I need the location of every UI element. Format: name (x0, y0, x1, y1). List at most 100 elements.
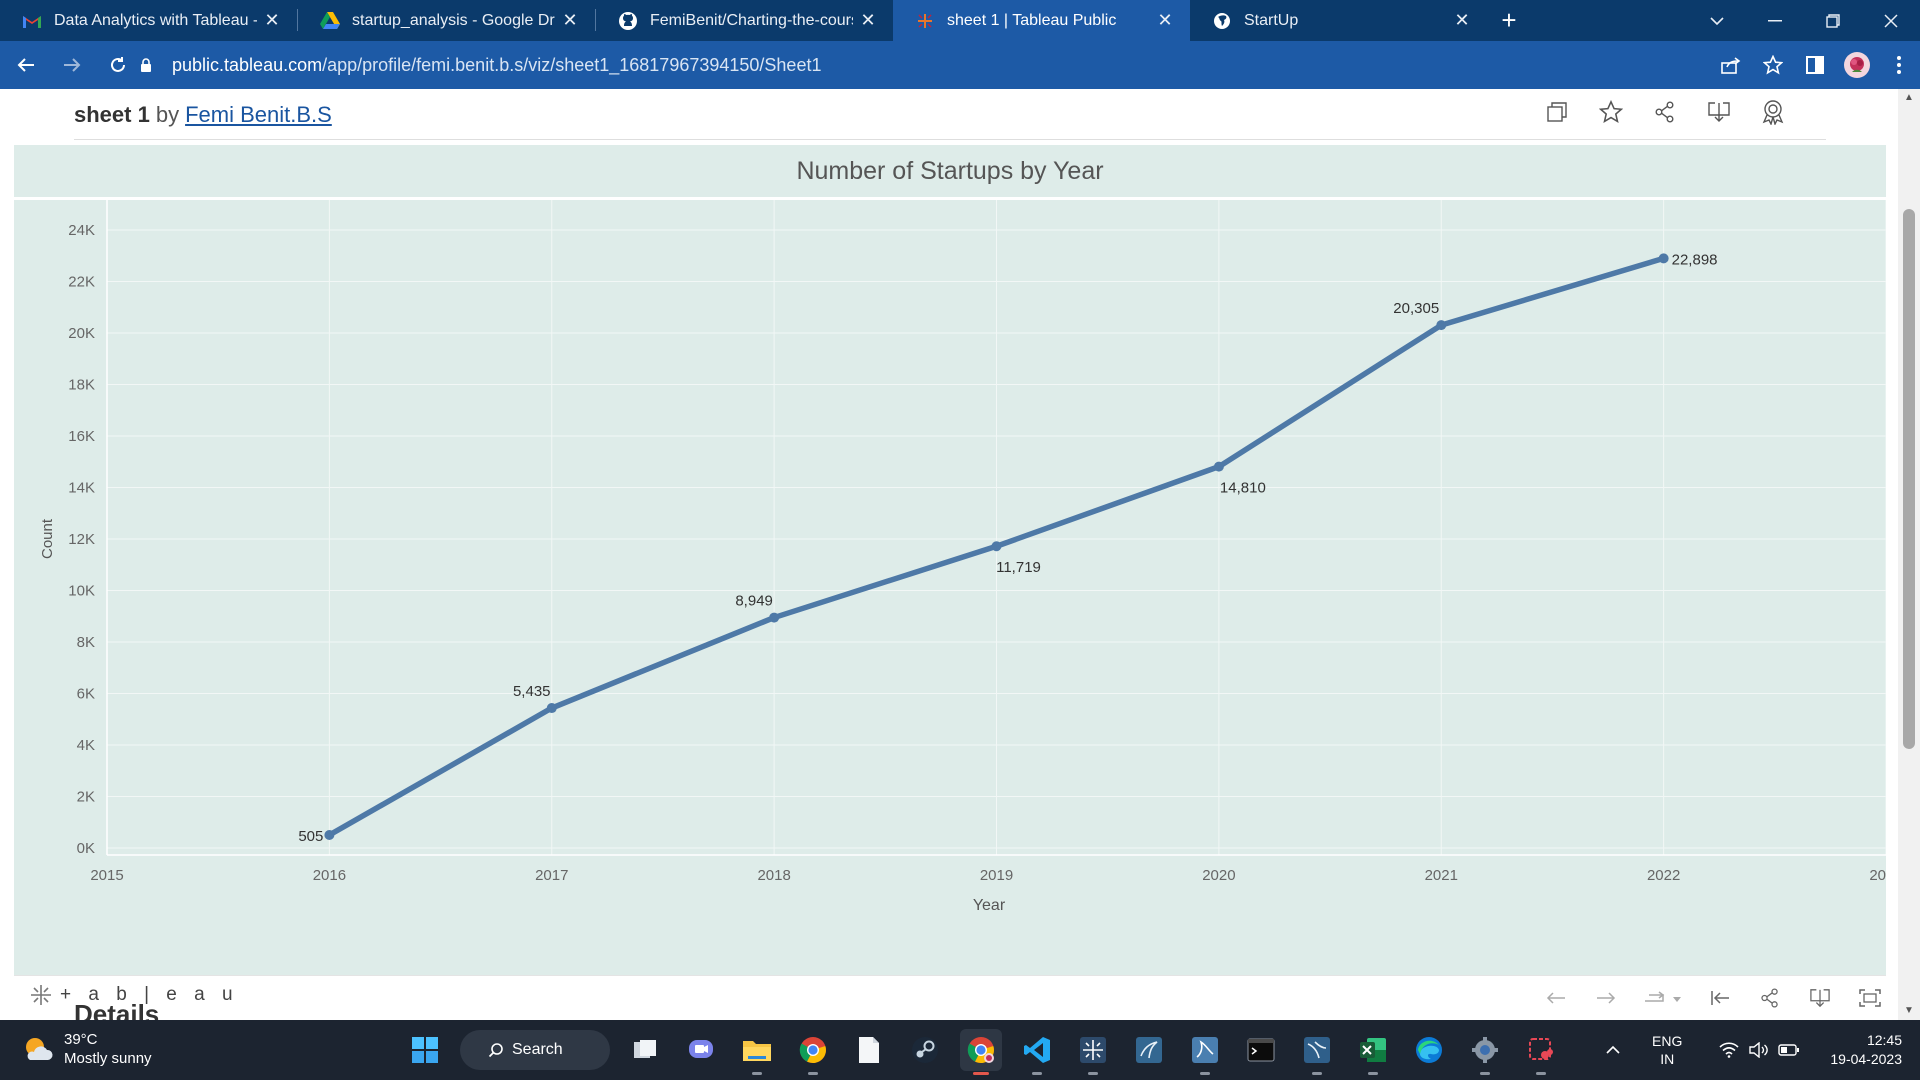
mysql-workbench-icon (1136, 1037, 1162, 1063)
chrome-icon (799, 1037, 826, 1064)
page-scrollbar[interactable]: ▲ ▼ (1898, 89, 1920, 1020)
restore-button[interactable] (1804, 0, 1862, 41)
file-explorer-app[interactable] (736, 1029, 778, 1075)
edge-icon (1416, 1037, 1442, 1063)
profile-button[interactable] (1836, 44, 1878, 86)
data-point (324, 829, 335, 840)
favorite-button[interactable] (1594, 95, 1628, 129)
y-tick-label: 24K (68, 222, 95, 239)
tab-github[interactable]: FemiBenit/Charting-the-course-of ✕ (596, 0, 893, 41)
forward-button[interactable] (52, 45, 92, 85)
url-path: /app/profile/femi.benit.b.s/viz/sheet1_1… (322, 54, 822, 75)
edge-app[interactable] (1408, 1029, 1450, 1071)
running-indicator (808, 1072, 818, 1075)
browser-menu-button[interactable] (1878, 44, 1920, 86)
side-panel-button[interactable] (1794, 44, 1836, 86)
details-heading: Details (74, 999, 160, 1020)
revert-all-button[interactable] (1704, 982, 1736, 1014)
tab-tableau-public[interactable]: sheet 1 | Tableau Public ✕ (893, 0, 1190, 41)
scroll-down-icon[interactable]: ▼ (1898, 1002, 1920, 1020)
scrollbar-thumb[interactable] (1903, 209, 1915, 749)
notepad-app[interactable] (848, 1029, 890, 1071)
download-icon (1708, 102, 1730, 122)
steam-app[interactable] (904, 1029, 946, 1071)
close-window-button[interactable] (1862, 0, 1920, 41)
tab-search-button[interactable] (1688, 0, 1746, 41)
download-viz-button[interactable] (1804, 982, 1836, 1014)
taskbar: 39°C Mostly sunny Search ENG IN 12:45 19… (0, 1020, 1920, 1080)
kebab-menu-icon (1897, 56, 1901, 74)
viz-of-the-day-button[interactable] (1756, 95, 1790, 129)
system-clock[interactable]: 12:45 19-04-2023 (1830, 1031, 1902, 1069)
mysql-workbench-2-app[interactable] (1296, 1029, 1338, 1075)
chart-title: Number of Startups by Year (14, 145, 1886, 197)
start-button[interactable] (404, 1029, 446, 1071)
x-tick-label: 2021 (1425, 867, 1458, 884)
windows-icon (412, 1037, 438, 1063)
battery-icon[interactable] (1774, 1044, 1804, 1056)
tab-startup[interactable]: StartUp ✕ (1190, 0, 1487, 41)
chrome-profile-app[interactable] (960, 1029, 1002, 1075)
close-tab-icon[interactable]: ✕ (857, 9, 879, 31)
revert-icon (1645, 991, 1681, 1002)
author-link[interactable]: Femi Benit.B.S (185, 102, 332, 128)
revert-dropdown-button[interactable] (1640, 982, 1686, 1014)
terminal-app[interactable] (1240, 1029, 1282, 1071)
address-bar[interactable]: public.tableau.com/app/profile/femi.beni… (140, 47, 1740, 83)
system-tray: ENG IN 12:45 19-04-2023 (1598, 1020, 1920, 1080)
page-content: sheet 1 by Femi Benit.B.S Number of Star… (0, 89, 1920, 1020)
chrome-app[interactable] (792, 1029, 834, 1075)
volume-icon[interactable] (1744, 1042, 1774, 1058)
chevron-up-icon (1606, 1045, 1620, 1054)
close-tab-icon[interactable]: ✕ (1154, 9, 1176, 31)
snipping-tool-app[interactable] (1520, 1029, 1562, 1075)
tab-google-drive[interactable]: startup_analysis - Google Drive ✕ (298, 0, 595, 41)
undo-button[interactable] (1540, 982, 1572, 1014)
tableau-toolbar: + a b | e a u (14, 975, 1886, 1019)
data-label: 22,898 (1672, 251, 1718, 268)
weather-widget[interactable]: 39°C Mostly sunny (22, 1030, 152, 1068)
x-axis-title: Year (973, 897, 1006, 914)
x-tick-label: 2017 (535, 867, 568, 884)
tableau-public-app[interactable] (1072, 1029, 1114, 1075)
taskbar-search[interactable]: Search (460, 1030, 610, 1070)
fullscreen-button[interactable] (1854, 982, 1886, 1014)
bookmark-button[interactable] (1752, 44, 1794, 86)
teams-chat-app[interactable] (680, 1029, 722, 1071)
close-tab-icon[interactable]: ✕ (559, 9, 581, 31)
vscode-app[interactable] (1016, 1029, 1058, 1075)
redo-button[interactable] (1590, 982, 1622, 1014)
mysql-shell-app[interactable] (1184, 1029, 1226, 1075)
mysql-icon (1192, 1037, 1218, 1063)
tab-gmail[interactable]: Data Analytics with Tableau - AMZ ✕ (0, 0, 297, 41)
data-point (1436, 320, 1447, 331)
back-button[interactable] (6, 45, 46, 85)
share-page-button[interactable] (1710, 44, 1752, 86)
line-chart[interactable]: 0K 2K 4K 6K 8K 10K 12K 14K 16K 18K 20K 22K 24K 2015 20… (14, 200, 1886, 975)
share-viz-button[interactable] (1754, 982, 1786, 1014)
avatar (1844, 52, 1870, 78)
close-tab-icon[interactable]: ✕ (261, 9, 283, 31)
gear-icon (1472, 1037, 1498, 1063)
show-hidden-icons-button[interactable] (1598, 1045, 1628, 1055)
copy-button[interactable] (1540, 95, 1574, 129)
minimize-button[interactable] (1746, 0, 1804, 41)
viz-controls (1540, 982, 1886, 1014)
download-button[interactable] (1702, 95, 1736, 129)
running-indicator (1480, 1072, 1490, 1075)
new-tab-button[interactable]: + (1487, 0, 1531, 41)
running-indicator (1536, 1072, 1546, 1075)
language-indicator[interactable]: ENG IN (1652, 1032, 1682, 1068)
mysql-workbench-app[interactable] (1128, 1029, 1170, 1071)
x-tick-label: 2020 (1202, 867, 1235, 884)
settings-app[interactable] (1464, 1029, 1506, 1075)
running-indicator (1088, 1072, 1098, 1075)
reload-button[interactable] (98, 45, 138, 85)
excel-app[interactable] (1352, 1029, 1394, 1075)
task-view-button[interactable] (624, 1029, 666, 1071)
scroll-up-icon[interactable]: ▲ (1898, 89, 1920, 107)
wifi-icon[interactable] (1714, 1042, 1744, 1058)
chart-area[interactable]: 0K 2K 4K 6K 8K 10K 12K 14K 16K 18K 20K 22K 24K 2015 20… (14, 200, 1886, 975)
close-tab-icon[interactable]: ✕ (1451, 9, 1473, 31)
share-button[interactable] (1648, 95, 1682, 129)
